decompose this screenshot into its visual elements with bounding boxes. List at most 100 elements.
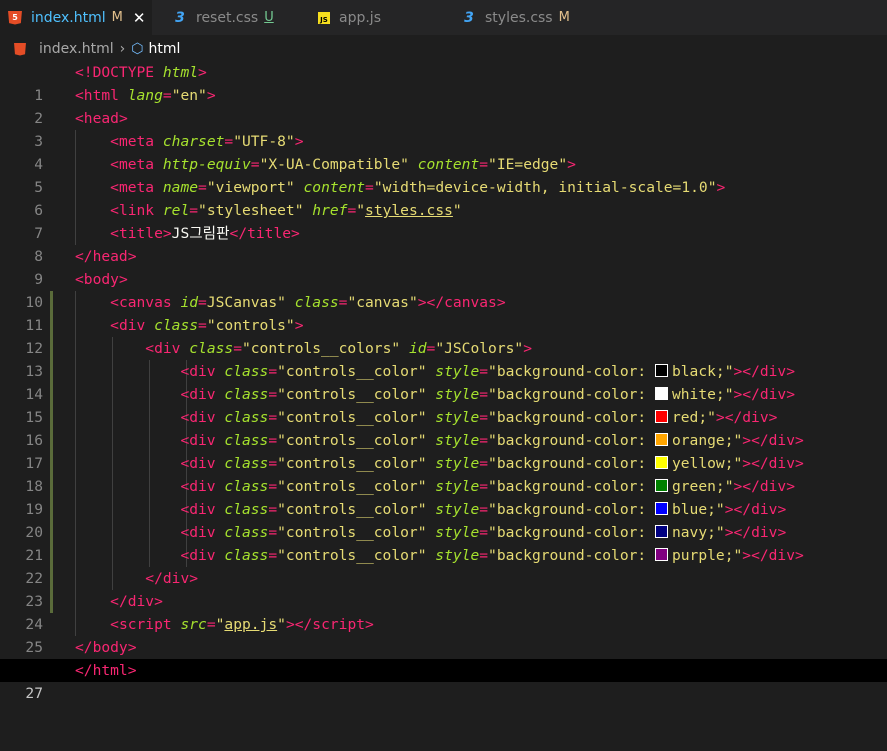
token: > <box>127 662 137 679</box>
tab-app-js[interactable]: JS app.js <box>310 0 450 35</box>
token: > <box>795 455 804 472</box>
token: rel <box>162 202 190 219</box>
token: = <box>479 363 489 380</box>
link-token[interactable]: app.js <box>224 616 277 633</box>
color-swatch[interactable] <box>654 410 668 423</box>
close-icon[interactable]: ✕ <box>133 9 146 27</box>
token: class <box>224 478 269 495</box>
code-line: 14 <div class="controls__color" style="b… <box>0 360 887 403</box>
token: class <box>294 294 339 311</box>
symbol-cube-icon: ⬡ <box>131 41 144 57</box>
code-line: 6 <meta name="viewport" content="width=d… <box>0 176 887 219</box>
token: = <box>268 455 278 472</box>
token: class <box>224 409 269 426</box>
code-line: 22 <div class="controls__color" style="b… <box>0 544 887 587</box>
token: </title <box>229 225 292 242</box>
token: > <box>742 455 752 472</box>
token: class <box>224 524 269 541</box>
token: blue <box>671 501 708 518</box>
token: = <box>479 478 489 495</box>
token: > <box>742 547 752 564</box>
token: = <box>268 547 278 564</box>
token: > <box>567 156 576 173</box>
token: "en" <box>171 87 207 104</box>
link-token[interactable]: styles.css <box>365 202 453 219</box>
color-swatch[interactable] <box>654 479 668 492</box>
token: style <box>435 478 480 495</box>
color-swatch[interactable] <box>654 548 668 561</box>
token: id <box>180 294 199 311</box>
token: </div <box>733 501 778 518</box>
code-line: 20 <div class="controls__color" style="b… <box>0 498 887 541</box>
color-swatch[interactable] <box>654 525 668 538</box>
token: orange <box>671 432 725 449</box>
color-swatch[interactable] <box>654 502 668 515</box>
breadcrumb-file[interactable]: index.html <box>39 41 114 57</box>
token: > <box>118 271 128 288</box>
token: <div <box>180 478 216 495</box>
token: content <box>303 179 366 196</box>
tab-styles-css[interactable]: 3 styles.css M <box>454 0 604 35</box>
code-line: 5 <meta http-equiv="X-UA-Compatible" con… <box>0 153 887 196</box>
token: charset <box>162 133 225 150</box>
token: </div <box>733 524 778 541</box>
token: <meta <box>110 156 155 173</box>
color-swatch[interactable] <box>654 364 668 377</box>
token: <!DOCTYPE <box>75 64 155 81</box>
token: = <box>268 409 278 426</box>
token: <script <box>110 616 172 633</box>
token: = <box>347 202 357 219</box>
token: = <box>198 294 207 311</box>
token: > <box>715 409 725 426</box>
token: "background-color: <box>488 409 655 426</box>
token: = <box>198 317 207 334</box>
color-swatch[interactable] <box>654 387 668 400</box>
token: > <box>206 87 216 104</box>
token: http-equiv <box>162 156 251 173</box>
token: <div <box>180 524 216 541</box>
token: = <box>268 432 278 449</box>
tab-status: M <box>558 10 570 25</box>
token: > <box>365 616 374 633</box>
token: > <box>724 501 734 518</box>
token: style <box>435 409 480 426</box>
token: "controls__color" <box>277 409 427 426</box>
token: " <box>452 202 462 219</box>
code-line: 25 <script src="app.js"></script> <box>0 613 887 656</box>
token: ;" <box>724 432 743 449</box>
token: ;" <box>715 478 734 495</box>
token: "controls__color" <box>277 547 427 564</box>
token: > <box>154 593 163 610</box>
tab-reset-css[interactable]: 3 reset.css U <box>165 0 305 35</box>
color-swatch[interactable] <box>654 456 668 469</box>
html5-icon: 5 <box>8 10 22 25</box>
token: = <box>479 432 489 449</box>
token: "background-color: <box>488 455 655 472</box>
code-line: 2 <html lang="en"> <box>0 84 887 127</box>
token: class <box>154 317 199 334</box>
breadcrumb-symbol[interactable]: html <box>149 41 181 57</box>
token: " <box>356 202 366 219</box>
token: JS그림판 <box>171 225 230 242</box>
tab-index-html[interactable]: 5 index.html M ✕ <box>0 0 152 35</box>
token: class <box>224 501 269 518</box>
token: "background-color: <box>488 547 655 564</box>
token: "background-color: <box>488 386 655 403</box>
token: </div <box>145 570 190 587</box>
editor-tab-bar: 5 index.html M ✕ 3 reset.css U JS app.js… <box>0 0 887 35</box>
token: <head <box>75 110 119 127</box>
token: "canvas" <box>347 294 418 311</box>
line-number: 27 <box>25 685 43 702</box>
code-line: 9 </head> <box>0 245 887 288</box>
token: ;" <box>715 363 734 380</box>
token: </div <box>751 547 795 564</box>
token: </div <box>751 455 795 472</box>
token: = <box>479 547 489 564</box>
code-line: 18 <div class="controls__color" style="b… <box>0 452 887 495</box>
color-swatch[interactable] <box>654 433 668 446</box>
token: ;" <box>724 455 743 472</box>
token: "JSColors" <box>435 340 524 357</box>
code-line: 15 <div class="controls__color" style="b… <box>0 383 887 426</box>
chevron-right-icon: › <box>119 41 126 57</box>
token: </div <box>742 386 787 403</box>
